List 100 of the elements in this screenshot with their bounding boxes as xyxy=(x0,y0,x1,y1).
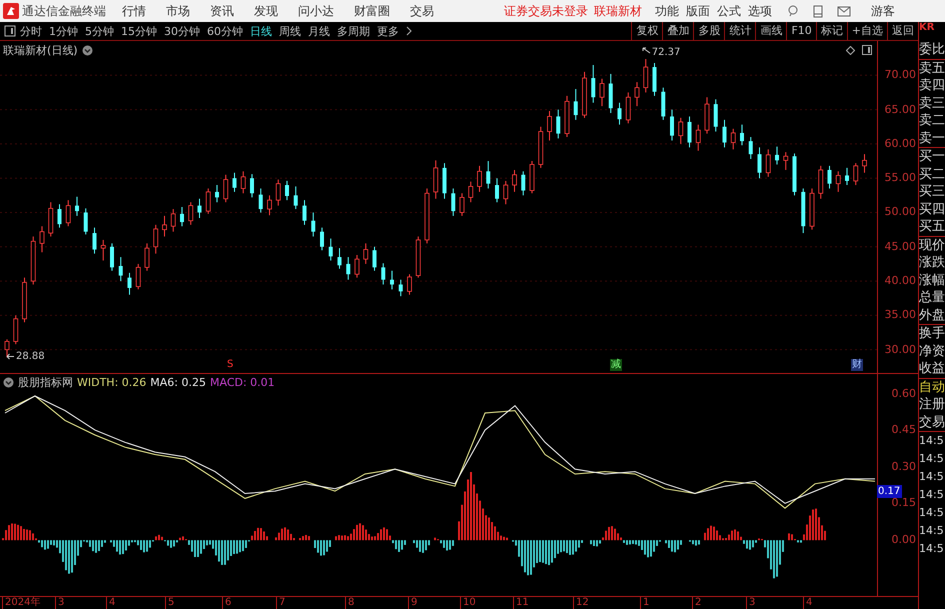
candlestick xyxy=(582,71,587,118)
quote-field-label: 收益 xyxy=(919,360,945,378)
candlestick xyxy=(424,188,430,244)
period-tab[interactable]: 周线 xyxy=(279,24,301,38)
candlestick xyxy=(495,178,499,203)
candlestick xyxy=(661,87,666,120)
indicator-value: MA6: 0.25 xyxy=(150,376,206,389)
more-tab[interactable]: 更多 xyxy=(377,24,399,38)
login-status[interactable]: 证券交易未登录 xyxy=(504,2,588,20)
indicator-name[interactable]: 股朋指标网 xyxy=(18,375,73,390)
candlestick xyxy=(468,181,474,203)
quote-field-label: 卖一 xyxy=(919,130,945,147)
panel-toggle-icon[interactable] xyxy=(4,25,16,37)
menu-item[interactable]: 版面 xyxy=(686,2,710,20)
candlestick xyxy=(730,128,736,150)
candlestick xyxy=(346,256,350,280)
toolbar-button[interactable]: 多股 xyxy=(693,22,724,40)
candlestick xyxy=(250,174,254,198)
user-label[interactable]: 游客 xyxy=(871,2,895,20)
toolbar-button[interactable]: 叠加 xyxy=(662,22,694,40)
date-axis-label: 2024年 xyxy=(2,597,40,609)
price-axis-label: 55.00 xyxy=(884,171,916,186)
indicator-axis-label: 0.30 xyxy=(892,460,916,474)
candlestick xyxy=(381,262,386,285)
quote-field-label: 总量 xyxy=(919,289,945,306)
candlestick xyxy=(285,180,289,201)
period-tab[interactable]: 月线 xyxy=(308,24,330,38)
menu-item[interactable]: 交易 xyxy=(410,2,434,20)
candlestick xyxy=(634,82,640,107)
toolbar-button[interactable]: F10 xyxy=(786,22,816,40)
period-tab[interactable]: 日线 xyxy=(250,24,272,38)
diamond-icon[interactable] xyxy=(846,46,855,55)
candlestick xyxy=(320,227,324,251)
quote-action-label[interactable]: 自动 xyxy=(919,378,945,396)
candlestick xyxy=(792,153,796,196)
quote-field-label: 涨跌 xyxy=(919,254,945,272)
candlestick xyxy=(118,256,123,282)
menu-item[interactable]: 发现 xyxy=(254,2,278,20)
menu-item[interactable]: 选项 xyxy=(748,2,772,20)
toolbar-button[interactable]: 画线 xyxy=(755,22,786,40)
dropdown-icon[interactable] xyxy=(82,45,93,56)
menu-item[interactable]: 财富圈 xyxy=(354,2,390,20)
quote-field-label: 换手 xyxy=(919,325,945,342)
quote-field-label: 买四 xyxy=(919,200,945,218)
candlestick xyxy=(714,98,718,132)
price-axis-label: 65.00 xyxy=(884,102,916,117)
chart-title: 联瑞新材(日线) xyxy=(3,43,78,58)
price-axis-label: 35.00 xyxy=(884,308,916,322)
toolbar-button[interactable]: 统计 xyxy=(724,22,756,40)
quote-action-label[interactable]: 注册 xyxy=(919,396,945,414)
trade-time: 14:5 xyxy=(919,487,945,503)
candlestick xyxy=(818,165,824,200)
panel-toggle-icon[interactable] xyxy=(862,45,872,55)
event-marker[interactable]: S xyxy=(226,359,234,371)
menu-item[interactable]: 公式 xyxy=(717,2,741,20)
candlestick xyxy=(862,154,867,174)
candlestick xyxy=(328,238,333,261)
trade-time: 14:5 xyxy=(919,469,945,485)
phone-icon[interactable] xyxy=(813,4,823,18)
date-axis-label: 5 xyxy=(165,597,174,609)
dropdown-icon[interactable] xyxy=(3,377,14,388)
candlestick xyxy=(600,78,604,107)
mail-icon[interactable] xyxy=(837,6,851,16)
toolbar-button[interactable]: 复权 xyxy=(631,22,662,40)
trade-time: 14:5 xyxy=(919,505,945,521)
stock-name: 联瑞新材 xyxy=(594,2,642,20)
period-tab[interactable]: 多周期 xyxy=(337,24,370,38)
candlestick xyxy=(153,224,158,254)
candlestick xyxy=(48,202,54,237)
period-tab[interactable]: 60分钟 xyxy=(207,24,243,38)
candlestick xyxy=(801,188,806,234)
toolbar-button[interactable]: +自选 xyxy=(846,22,887,40)
period-tab[interactable]: 15分钟 xyxy=(121,24,157,38)
quote-action-label[interactable]: 交易 xyxy=(919,414,945,431)
quote-field-label: 买五 xyxy=(919,218,945,236)
price-axis-label: 30.00 xyxy=(884,342,916,357)
event-marker[interactable]: 财 xyxy=(851,359,863,371)
candlestick xyxy=(547,110,552,141)
menu-item[interactable]: 问小达 xyxy=(298,2,334,20)
period-tab[interactable]: 1分钟 xyxy=(49,24,78,38)
candlestick xyxy=(652,62,656,96)
quote-field-label: 卖二 xyxy=(919,112,945,130)
toolbar-button[interactable]: 返回 xyxy=(887,22,918,40)
toolbar-button[interactable]: 标记 xyxy=(816,22,847,40)
menu-item[interactable]: 资讯 xyxy=(210,2,234,20)
candlestick xyxy=(354,254,360,278)
candlestick xyxy=(180,206,184,227)
candlestick xyxy=(144,242,150,272)
period-tab[interactable]: 分时 xyxy=(20,24,42,38)
quote-field-label: 委比 xyxy=(919,41,945,58)
date-axis-label: 4 xyxy=(106,597,116,609)
period-tab[interactable]: 5分钟 xyxy=(85,24,114,38)
menu-item[interactable]: 市场 xyxy=(166,2,190,20)
candlestick xyxy=(258,188,263,213)
menu-item[interactable]: 行情 xyxy=(122,2,146,20)
period-tab[interactable]: 30分钟 xyxy=(164,24,200,38)
candlestick xyxy=(626,92,631,124)
candlestick xyxy=(486,160,490,189)
event-marker[interactable]: 减 xyxy=(610,359,622,371)
menu-item[interactable]: 功能 xyxy=(655,2,679,20)
